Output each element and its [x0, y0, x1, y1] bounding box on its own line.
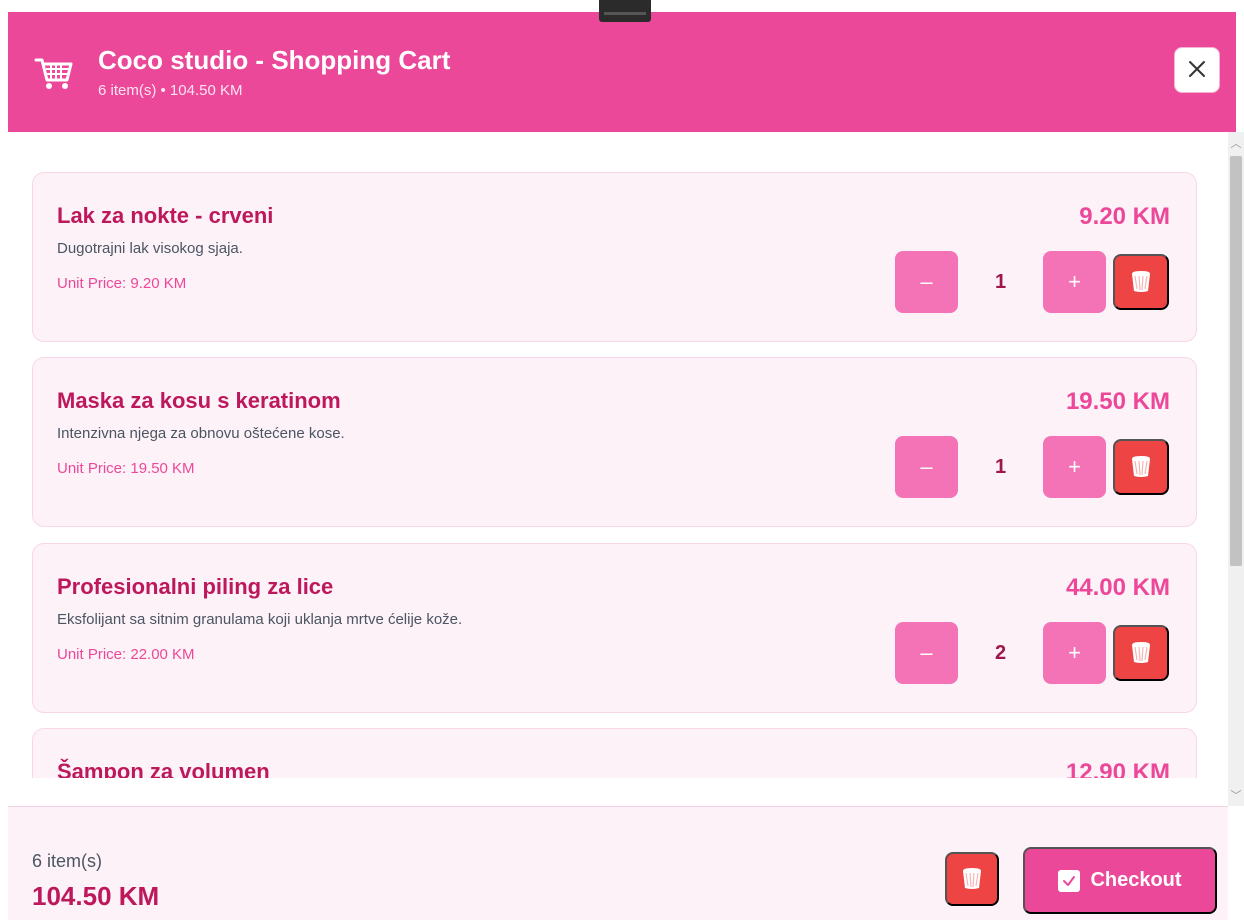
cart-item: Šampon za volumen 12.90 KM [32, 728, 1197, 778]
close-icon [1188, 60, 1206, 81]
cart-summary-subtitle: 6 item(s) • 104.50 KM [98, 82, 243, 99]
trash-icon [1129, 639, 1153, 668]
page-title: Coco studio - Shopping Cart [98, 45, 451, 75]
scrollbar-thumb[interactable] [1230, 156, 1242, 566]
remove-item-button[interactable] [1113, 625, 1169, 681]
remove-item-button[interactable] [1113, 439, 1169, 495]
item-name: Šampon za volumen [57, 759, 270, 778]
item-name: Profesionalni piling za lice [57, 574, 334, 599]
trash-icon [1129, 453, 1153, 482]
decrease-quantity-button[interactable]: – [895, 251, 958, 313]
window-drag-handle[interactable] [599, 0, 651, 22]
shopping-cart-icon [34, 52, 74, 92]
cart-item: Lak za nokte - crveni Dugotrajni lak vis… [32, 172, 1197, 342]
decrease-quantity-button[interactable]: – [895, 622, 958, 684]
item-total-price: 19.50 KM [1065, 388, 1170, 415]
decrease-quantity-button[interactable]: – [895, 436, 958, 498]
cart-list-scrollbar[interactable]: ︿ ﹀ [1228, 132, 1244, 806]
increase-quantity-button[interactable]: + [1043, 436, 1106, 498]
close-button[interactable] [1174, 47, 1220, 93]
item-quantity: 2 [994, 641, 1007, 664]
item-unit-price: Unit Price: 22.00 KM [57, 646, 195, 663]
cart-header: Coco studio - Shopping Cart 6 item(s) • … [8, 12, 1236, 132]
cart-item: Maska za kosu s keratinom Intenzivna nje… [32, 357, 1197, 527]
trash-icon [1129, 268, 1153, 297]
item-quantity: 1 [994, 270, 1007, 293]
scroll-down-arrow-icon[interactable]: ﹀ [1228, 786, 1244, 806]
checkbox-check-icon [1058, 869, 1081, 892]
scroll-up-arrow-icon[interactable]: ︿ [1228, 134, 1244, 154]
trash-icon [960, 865, 984, 894]
item-unit-price: Unit Price: 9.20 KM [57, 275, 187, 292]
footer-item-count: 6 item(s) [32, 851, 103, 871]
footer-total-price: 104.50 KM [32, 881, 160, 911]
item-quantity: 1 [994, 455, 1007, 478]
cart-footer: 6 item(s) 104.50 KM Checkout [8, 806, 1228, 920]
remove-item-button[interactable] [1113, 254, 1169, 310]
cart-item: Profesionalni piling za lice Eksfolijant… [32, 543, 1197, 713]
cart-item-list[interactable]: Lak za nokte - crveni Dugotrajni lak vis… [8, 132, 1223, 778]
item-description: Intenzivna njega za obnovu oštećene kose… [57, 425, 345, 442]
item-description: Dugotrajni lak visokog sjaja. [57, 240, 243, 257]
checkout-button-label: Checkout [1090, 869, 1182, 891]
item-total-price: 12.90 KM [1065, 759, 1170, 778]
item-unit-price: Unit Price: 19.50 KM [57, 460, 195, 477]
increase-quantity-button[interactable]: + [1043, 251, 1106, 313]
checkout-button[interactable]: Checkout [1023, 847, 1217, 914]
item-total-price: 44.00 KM [1065, 574, 1170, 601]
clear-cart-button[interactable] [945, 852, 999, 906]
item-description: Eksfolijant sa sitnim granulama koji ukl… [57, 611, 463, 628]
increase-quantity-button[interactable]: + [1043, 622, 1106, 684]
item-name: Maska za kosu s keratinom [57, 388, 341, 413]
item-total-price: 9.20 KM [1079, 203, 1170, 230]
item-name: Lak za nokte - crveni [57, 203, 274, 228]
